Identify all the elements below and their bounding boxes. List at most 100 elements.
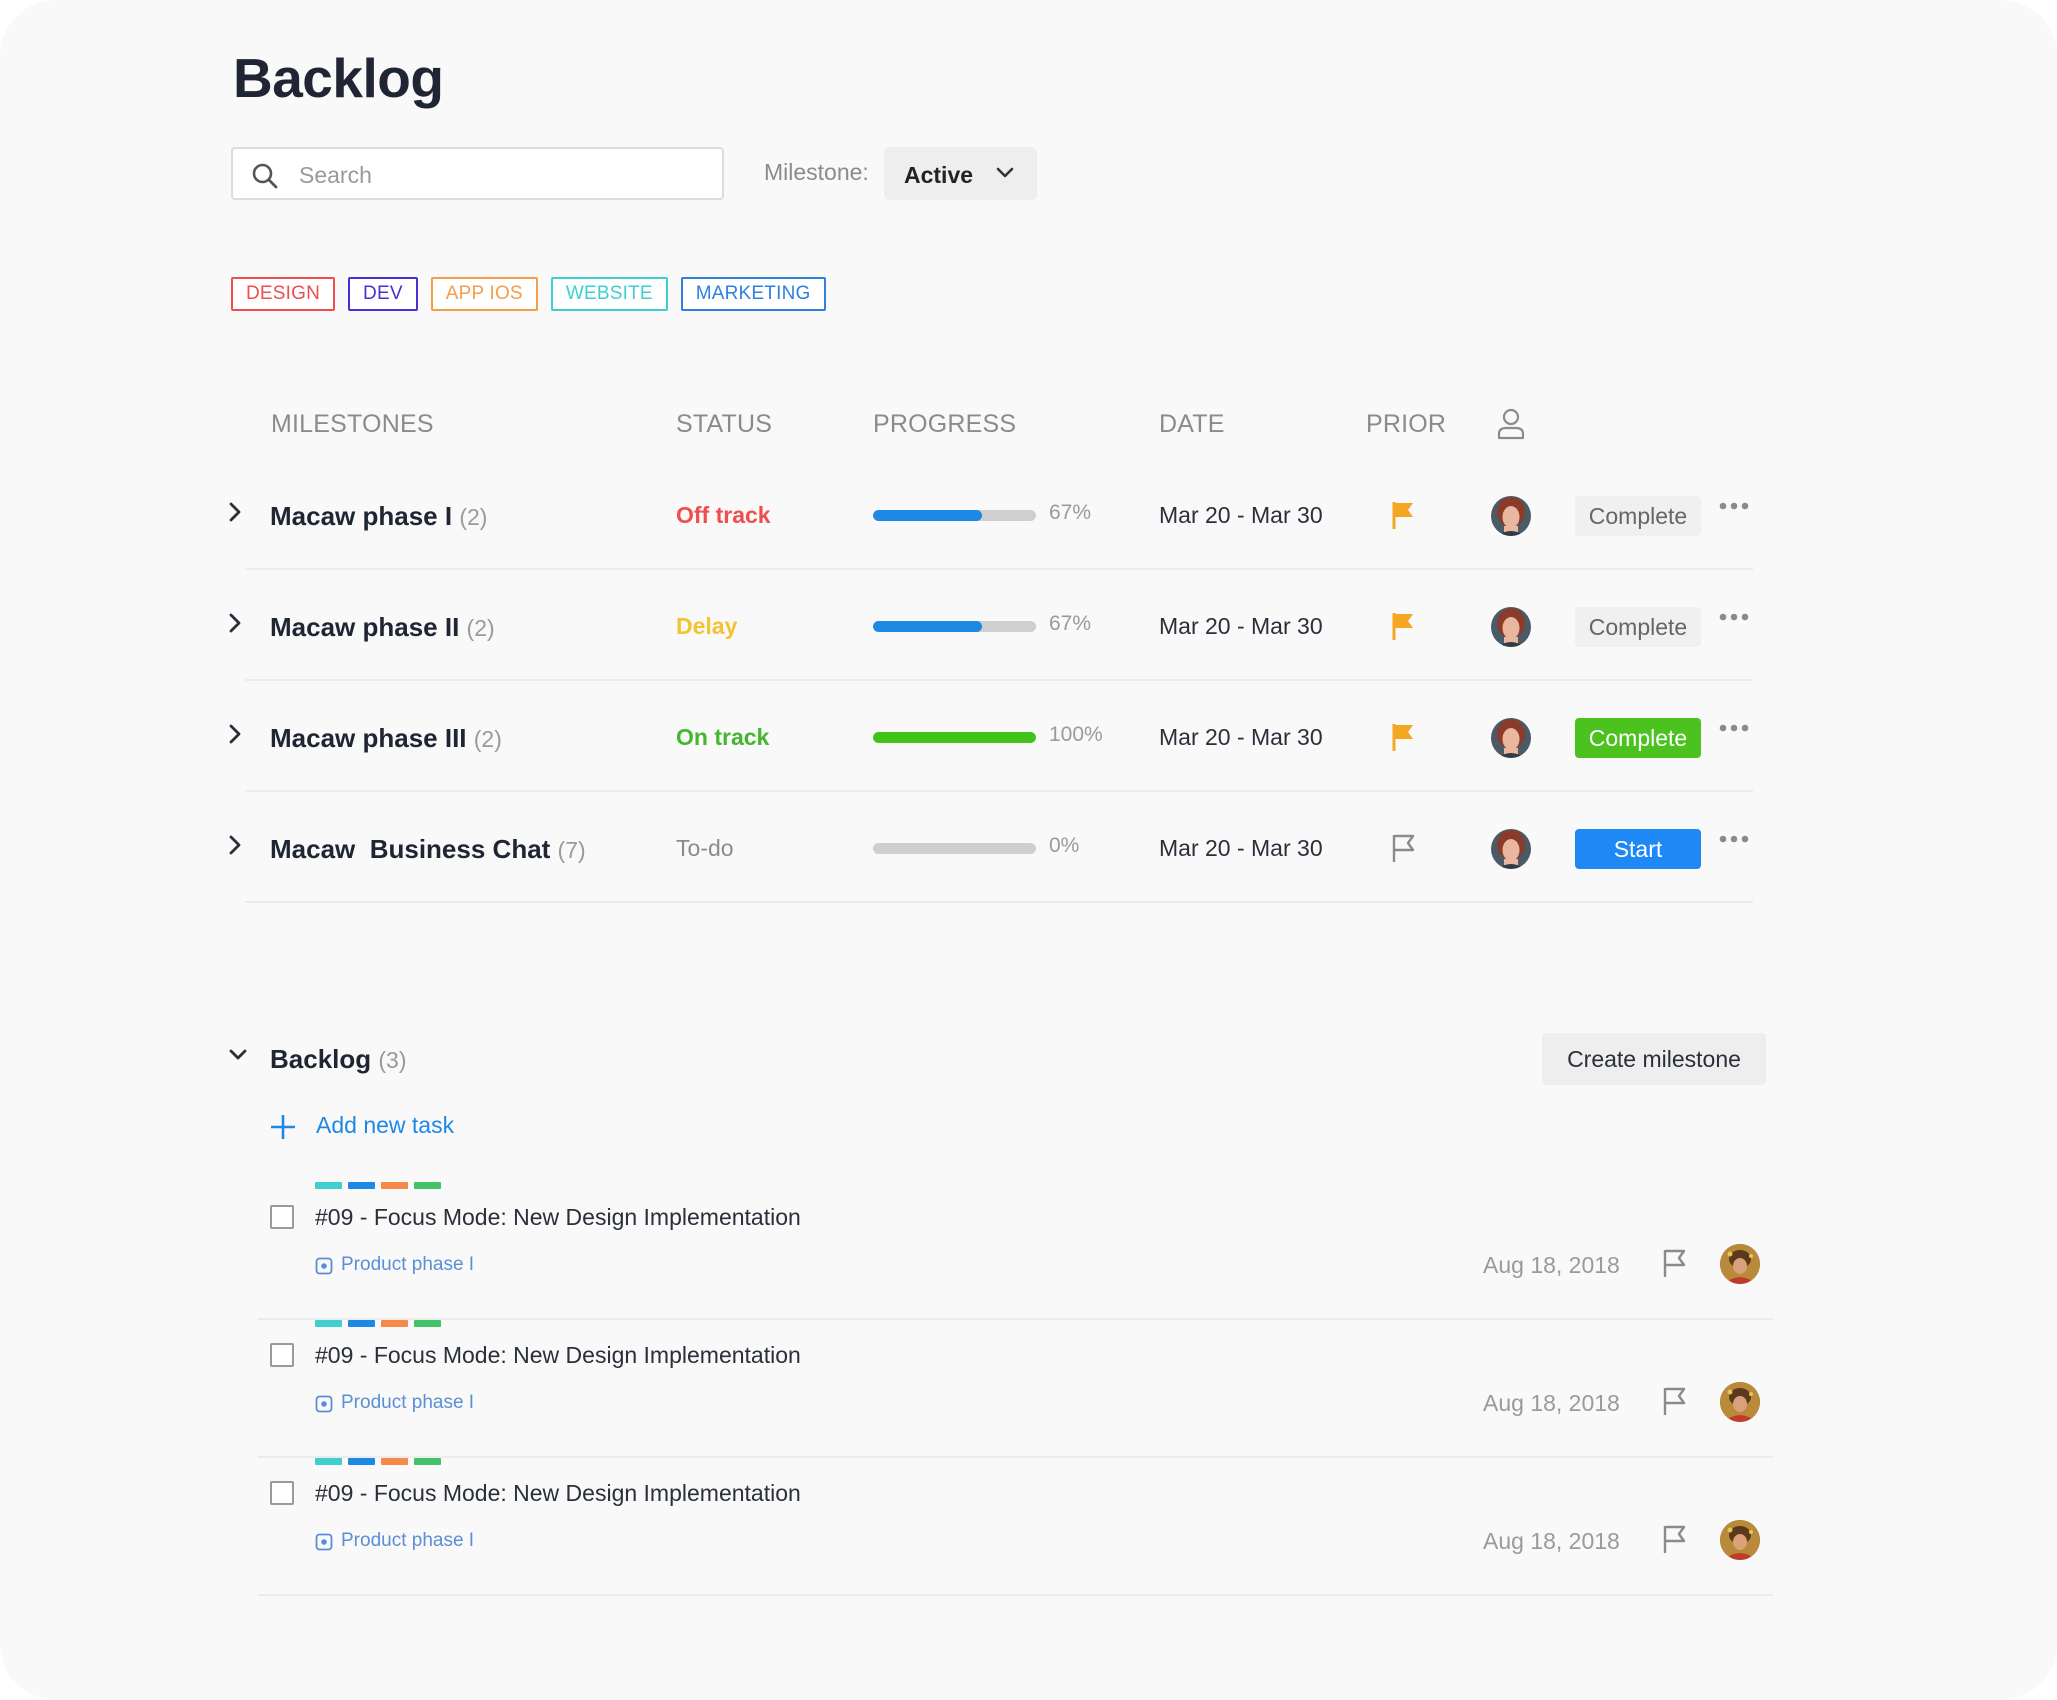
- milestone-name-label: Macaw phase I: [270, 501, 453, 531]
- add-new-task-label: Add new task: [316, 1112, 455, 1138]
- header-status: STATUS: [676, 410, 773, 438]
- milestone-row[interactable]: Macaw phase I (2) Off track 67% Mar 20 - Ma…: [229, 460, 1753, 570]
- avatar[interactable]: [1491, 718, 1531, 758]
- create-milestone-button[interactable]: Create milestone: [1542, 1033, 1766, 1085]
- milestone-status: On track: [676, 724, 770, 750]
- avatar[interactable]: [1720, 1244, 1760, 1284]
- milestone-name-label: Macaw Business Chat: [270, 834, 551, 864]
- more-options-icon[interactable]: [1719, 724, 1749, 732]
- progress-bar-fill: [873, 510, 983, 521]
- task-title[interactable]: #09 - Focus Mode: New Design Implementat…: [315, 1480, 801, 1507]
- priority-flag-icon[interactable]: [1662, 1248, 1686, 1283]
- priority-flag-icon[interactable]: [1391, 500, 1415, 535]
- plus-icon: [271, 1115, 295, 1139]
- chevron-right-icon[interactable]: [228, 501, 242, 523]
- chevron-right-icon[interactable]: [228, 723, 242, 745]
- milestone-filter-value: Active: [904, 162, 974, 188]
- milestone-count: (2): [466, 615, 495, 641]
- chevron-right-icon[interactable]: [228, 834, 242, 856]
- avatar[interactable]: [1720, 1520, 1760, 1560]
- task-row[interactable]: #09 - Focus Mode: New Design Implementat…: [258, 1320, 1773, 1458]
- more-options-icon[interactable]: [1719, 502, 1749, 510]
- milestone-count: (2): [459, 504, 488, 530]
- task-title[interactable]: #09 - Focus Mode: New Design Implementat…: [315, 1342, 801, 1369]
- label-stripe: [381, 1458, 408, 1465]
- priority-flag-icon[interactable]: [1391, 611, 1415, 646]
- milestone-name[interactable]: Macaw phase II (2): [270, 612, 495, 643]
- progress-percent: 67%: [1049, 501, 1092, 524]
- task-milestone-label: Product phase I: [341, 1254, 475, 1275]
- progress-percent: 0%: [1049, 834, 1080, 857]
- label-stripe: [348, 1182, 375, 1189]
- task-date: Aug 18, 2018: [1483, 1252, 1620, 1278]
- backlog-count: (3): [378, 1047, 407, 1073]
- tag-design[interactable]: DESIGN: [231, 277, 336, 311]
- milestone-row[interactable]: Macaw phase III (2) On track 100% Mar 20 - …: [229, 682, 1753, 792]
- person-icon: [1497, 408, 1525, 440]
- milestone-name[interactable]: Macaw phase III (2): [270, 723, 502, 754]
- backlog-panel: Backlog Milestone: Active DESIGN DEV APP…: [0, 0, 2057, 1700]
- label-stripe: [315, 1458, 342, 1465]
- label-stripe: [381, 1182, 408, 1189]
- milestone-status: To-do: [676, 835, 734, 861]
- tag-marketing[interactable]: MARKETING: [680, 277, 826, 311]
- progress-bar-fill: [873, 621, 983, 632]
- milestone-name[interactable]: Macaw Business Chat (7): [270, 834, 586, 865]
- tag-dev[interactable]: DEV: [348, 277, 418, 311]
- avatar[interactable]: [1491, 829, 1531, 869]
- milestone-icon: [315, 1395, 333, 1413]
- header-milestones: MILESTONES: [271, 410, 434, 438]
- label-stripe: [315, 1320, 342, 1327]
- task-milestone-label: Product phase I: [341, 1530, 475, 1551]
- header-date: DATE: [1159, 410, 1225, 438]
- milestone-date: Mar 20 - Mar 30: [1159, 502, 1323, 528]
- priority-flag-icon[interactable]: [1662, 1524, 1686, 1559]
- milestone-row[interactable]: Macaw Business Chat (7) To-do 0% Mar 20 - M…: [229, 793, 1753, 903]
- task-date: Aug 18, 2018: [1483, 1390, 1620, 1416]
- milestone-action-button[interactable]: Complete: [1575, 607, 1701, 647]
- tag-website[interactable]: WEBSITE: [550, 277, 668, 311]
- priority-flag-icon[interactable]: [1662, 1386, 1686, 1421]
- milestone-icon: [315, 1257, 333, 1275]
- label-stripe: [414, 1458, 441, 1465]
- chevron-down-icon: [996, 167, 1014, 178]
- avatar[interactable]: [1720, 1382, 1760, 1422]
- task-row[interactable]: #09 - Focus Mode: New Design Implementat…: [258, 1182, 1773, 1320]
- milestone-date: Mar 20 - Mar 30: [1159, 724, 1323, 750]
- more-options-icon[interactable]: [1719, 835, 1749, 843]
- task-checkbox[interactable]: [270, 1205, 294, 1229]
- milestone-action-button[interactable]: Start: [1575, 829, 1701, 869]
- chevron-right-icon[interactable]: [228, 612, 242, 634]
- label-stripe: [381, 1320, 408, 1327]
- priority-flag-icon[interactable]: [1391, 833, 1415, 868]
- task-milestone-label: Product phase I: [341, 1392, 475, 1413]
- task-title[interactable]: #09 - Focus Mode: New Design Implementat…: [315, 1204, 801, 1231]
- progress-bar: [873, 843, 1036, 854]
- progress-bar: [873, 621, 1036, 632]
- milestone-action-button[interactable]: Complete: [1575, 718, 1701, 758]
- avatar[interactable]: [1491, 607, 1531, 647]
- tag-app-ios[interactable]: APP IOS: [430, 277, 538, 311]
- priority-flag-icon[interactable]: [1391, 722, 1415, 757]
- avatar[interactable]: [1491, 496, 1531, 536]
- tag-filter-list: DESIGN DEV APP IOS WEBSITE MARKETING: [231, 277, 826, 311]
- search-box[interactable]: [231, 147, 724, 200]
- label-stripe: [414, 1182, 441, 1189]
- task-row[interactable]: #09 - Focus Mode: New Design Implementat…: [258, 1458, 1773, 1596]
- label-stripe: [348, 1458, 375, 1465]
- milestone-filter-select[interactable]: Active: [884, 147, 1037, 200]
- progress-bar: [873, 732, 1036, 743]
- chevron-down-icon[interactable]: [228, 1048, 248, 1062]
- milestone-row[interactable]: Macaw phase II (2) Delay 67% Mar 20 - Mar 3…: [229, 571, 1753, 681]
- progress-percent: 100%: [1049, 723, 1103, 746]
- task-checkbox[interactable]: [270, 1481, 294, 1505]
- label-stripe: [315, 1182, 342, 1189]
- search-input[interactable]: [297, 157, 701, 193]
- milestone-icon: [315, 1533, 333, 1551]
- milestone-name[interactable]: Macaw phase I (2): [270, 501, 487, 532]
- search-icon: [252, 163, 278, 189]
- task-checkbox[interactable]: [270, 1343, 294, 1367]
- more-options-icon[interactable]: [1719, 613, 1749, 621]
- milestone-action-button[interactable]: Complete: [1575, 496, 1701, 536]
- backlog-title-label: Backlog: [270, 1044, 372, 1074]
